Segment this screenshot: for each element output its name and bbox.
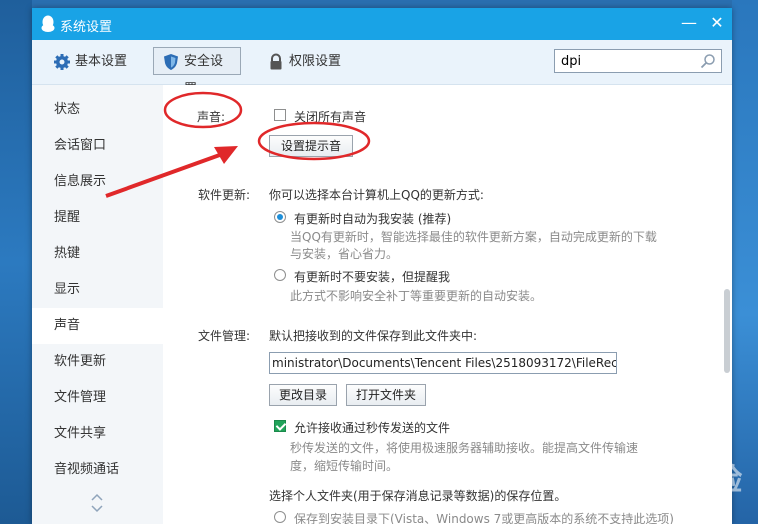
sidebar-item-sound[interactable]: 声音 (32, 308, 163, 344)
tab-permission-settings-label: 权限设置 (289, 54, 342, 69)
notify-only-radio[interactable] (274, 269, 286, 281)
sidebar-item-display[interactable]: 显示 (32, 272, 163, 308)
open-folder-button[interactable]: 打开文件夹 (346, 384, 426, 406)
sidebar-item-av-call[interactable]: 音视频通话 (32, 452, 163, 488)
tab-permission-settings[interactable]: 权限设置 (258, 47, 350, 75)
save-install-dir-radio[interactable] (274, 511, 286, 523)
lock-icon (270, 53, 282, 70)
personal-folder-intro: 选择个人文件夹(用于保存消息记录等数据)的保存位置。 (269, 489, 567, 503)
scroll-up-icon[interactable] (90, 492, 104, 502)
mute-all-label[interactable]: 关闭所有声音 (294, 108, 366, 125)
set-tone-button[interactable]: 设置提示音 (269, 135, 353, 157)
save-install-dir-label[interactable]: 保存到安装目录下(Vista、Windows 7或更高版本的系统不支持此选项) (294, 510, 674, 524)
auto-install-radio[interactable] (274, 211, 286, 223)
sidebar-item-reminder[interactable]: 提醒 (32, 200, 163, 236)
update-section-label: 软件更新: (198, 188, 251, 202)
allow-instant-transfer-desc-line2: 度，缩短传输时间。 (290, 459, 399, 473)
search-icon[interactable] (700, 53, 716, 69)
desktop-background-right (732, 0, 758, 524)
notify-only-desc: 此方式不影响安全补丁等重要更新的自动安装。 (290, 289, 543, 303)
window-title: 系统设置 (60, 20, 113, 35)
download-path-field[interactable]: ministrator\Documents\Tencent Files\2518… (269, 352, 617, 374)
minimize-button[interactable]: — (680, 14, 698, 32)
scroll-down-icon[interactable] (90, 504, 104, 514)
mute-all-checkbox[interactable] (274, 109, 286, 121)
sidebar-item-file-management[interactable]: 文件管理 (32, 380, 163, 416)
settings-sidebar: 状态 会话窗口 信息展示 提醒 热键 显示 声音 软件更新 文件管理 文件共享 … (32, 85, 163, 524)
qq-penguin-icon (41, 15, 55, 32)
allow-instant-transfer-label[interactable]: 允许接收通过秒传发送的文件 (294, 419, 450, 436)
sidebar-item-info-display[interactable]: 信息展示 (32, 164, 163, 200)
shield-icon (164, 54, 178, 70)
sidebar-item-file-sharing[interactable]: 文件共享 (32, 416, 163, 452)
auto-install-desc-line2: 与安装，省心省力。 (290, 247, 399, 261)
notify-only-label[interactable]: 有更新时不要安装，但提醒我 (294, 268, 450, 285)
sidebar-item-chat-window[interactable]: 会话窗口 (32, 128, 163, 164)
update-intro: 你可以选择本台计算机上QQ的更新方式: (269, 188, 484, 202)
change-directory-button[interactable]: 更改目录 (269, 384, 337, 406)
gear-icon (54, 54, 70, 70)
auto-install-desc-line1: 当QQ有更新时，智能选择最佳的软件更新方案，自动完成更新的下载 (290, 230, 657, 244)
allow-instant-transfer-desc-line1: 秒传发送的文件，将使用极速服务器辅助接收。能提高文件传输速 (290, 441, 639, 455)
sound-section-label: 声音: (197, 110, 226, 124)
sidebar-item-hotkeys[interactable]: 热键 (32, 236, 163, 272)
tab-basic-settings[interactable]: 基本设置 (44, 47, 136, 75)
files-section-label: 文件管理: (198, 329, 251, 343)
allow-instant-transfer-checkbox[interactable] (274, 420, 286, 432)
content-scrollbar-thumb[interactable] (724, 289, 730, 373)
sidebar-item-status[interactable]: 状态 (32, 92, 163, 128)
files-intro: 默认把接收到的文件保存到此文件夹中: (269, 329, 478, 343)
settings-search (554, 49, 722, 73)
baidu-watermark-url: jingyan.baidu.com (608, 492, 719, 506)
auto-install-label[interactable]: 有更新时自动为我安装 (推荐) (294, 210, 451, 227)
settings-toolbar: 基本设置 安全设置 权限设置 (32, 40, 732, 97)
title-bar: 系统设置 — ✕ (32, 8, 732, 40)
tab-security-settings[interactable]: 安全设置 (153, 47, 241, 97)
close-button[interactable]: ✕ (708, 14, 726, 32)
desktop-background-left (0, 0, 32, 524)
search-input[interactable] (555, 50, 707, 72)
sidebar-item-software-update[interactable]: 软件更新 (32, 344, 163, 380)
settings-window: 系统设置 — ✕ 基本设置 安全设置 (32, 8, 732, 524)
tab-basic-settings-label: 基本设置 (75, 54, 128, 69)
